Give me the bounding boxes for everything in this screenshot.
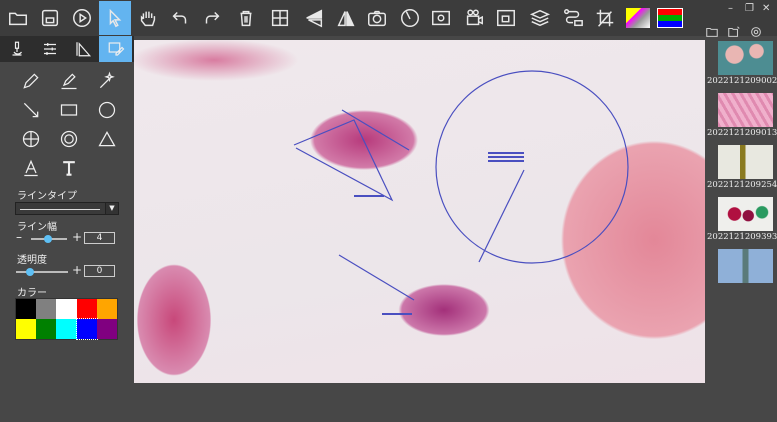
chevron-down-icon[interactable]: ▼ xyxy=(105,203,118,214)
leader-line xyxy=(478,169,525,263)
color-palette xyxy=(15,298,118,340)
left-panel: ラインタイプ ▼ ライン幅 – + 4 透明度 + 0 カラー xyxy=(0,36,134,422)
opacity-slider[interactable] xyxy=(16,268,68,276)
highlighter-icon xyxy=(61,72,77,89)
line-width-minus[interactable]: – xyxy=(16,230,22,244)
close-button[interactable]: ✕ xyxy=(762,3,770,14)
rectangle-tool[interactable] xyxy=(50,95,88,124)
camera-icon[interactable] xyxy=(361,2,393,34)
delete-icon[interactable] xyxy=(230,2,262,34)
color-swatch[interactable] xyxy=(96,319,117,339)
microscope-icon xyxy=(12,41,22,56)
thumbnail-1[interactable] xyxy=(718,41,773,75)
timer-icon[interactable] xyxy=(394,2,426,34)
layers-icon[interactable] xyxy=(524,2,556,34)
line-type-dropdown[interactable]: ▼ xyxy=(15,202,119,215)
save-icon[interactable] xyxy=(34,2,66,34)
tab-microscope[interactable] xyxy=(0,36,33,62)
color-swatch[interactable] xyxy=(36,299,57,319)
pan-hand-icon[interactable] xyxy=(132,2,164,34)
minimize-button[interactable]: – xyxy=(728,3,733,14)
magic-wand-tool[interactable] xyxy=(88,66,126,95)
line-width-plus[interactable]: + xyxy=(72,230,82,244)
circle-tool[interactable] xyxy=(88,95,126,124)
tab-annotate[interactable] xyxy=(99,36,132,62)
color-swatch[interactable] xyxy=(16,319,37,339)
thumbnail-3-name: 20221212092543.j xyxy=(707,180,777,190)
thumbnail-4-name: 20221212093935.j xyxy=(707,232,777,242)
text-tool[interactable] xyxy=(50,153,88,182)
opacity-plus[interactable]: + xyxy=(72,263,82,277)
undo-icon[interactable] xyxy=(164,2,196,34)
flip-horizontal-icon[interactable] xyxy=(298,2,330,34)
thumbnail-panel: 20221212090024.j 20221212090130.j 202212… xyxy=(705,26,777,422)
concentric-circle-icon xyxy=(60,130,78,147)
import-folder-icon[interactable] xyxy=(705,24,719,38)
export-folder-icon[interactable] xyxy=(727,24,741,38)
sliders-icon xyxy=(43,43,56,55)
image-canvas[interactable] xyxy=(134,40,705,383)
opacity-input[interactable]: 0 xyxy=(84,265,115,277)
line-width-slider[interactable] xyxy=(31,235,67,243)
mirror-icon[interactable] xyxy=(330,2,362,34)
restore-button[interactable]: ❐ xyxy=(745,3,754,14)
triangle-icon xyxy=(98,130,116,146)
thumbnail-3[interactable] xyxy=(718,145,773,179)
arrow-icon xyxy=(23,102,39,117)
crosshair-circle-icon xyxy=(22,130,40,147)
settings-gear-icon[interactable] xyxy=(749,24,763,38)
stitch-icon[interactable] xyxy=(557,2,589,34)
pencil-icon xyxy=(23,72,39,89)
color-label: カラー xyxy=(17,288,47,299)
tab-adjustments[interactable] xyxy=(33,36,66,62)
color-swatch[interactable] xyxy=(56,319,77,339)
pencil-tool[interactable] xyxy=(12,66,50,95)
text-icon xyxy=(63,160,75,176)
line-width-input[interactable]: 4 xyxy=(84,232,115,244)
ruler-triangle-icon xyxy=(75,42,91,57)
redo-icon[interactable] xyxy=(196,2,228,34)
thumbnail-2[interactable] xyxy=(718,93,773,127)
color-swatch[interactable] xyxy=(75,318,98,340)
crosshair-circle-tool[interactable] xyxy=(12,124,50,153)
circle-icon xyxy=(98,101,116,118)
thumbnail-5[interactable] xyxy=(718,249,773,283)
tab-measure[interactable] xyxy=(66,36,99,62)
underline-text-tool[interactable] xyxy=(12,153,50,182)
line-width-label: ライン幅 xyxy=(17,222,57,233)
circle-annotation xyxy=(435,70,629,264)
color-swatch[interactable] xyxy=(36,319,57,339)
highlighter-tool[interactable] xyxy=(50,66,88,95)
color-swatch[interactable] xyxy=(16,299,37,319)
opacity-label: 透明度 xyxy=(17,255,47,266)
arrow-tool[interactable] xyxy=(12,95,50,124)
snapshot-icon[interactable] xyxy=(425,2,457,34)
thumbnail-1-name: 20221212090024.j xyxy=(707,76,777,86)
play-icon[interactable] xyxy=(66,2,98,34)
video-capture-icon[interactable] xyxy=(490,2,522,34)
triangle-tool[interactable] xyxy=(88,124,126,153)
main-toolbar: – ❐ ✕ xyxy=(0,0,777,36)
color-swatch[interactable] xyxy=(96,299,117,319)
color-swatch[interactable] xyxy=(56,299,77,319)
color-swatch[interactable] xyxy=(76,299,97,319)
open-folder-icon[interactable] xyxy=(2,2,34,34)
color-adjust-icon[interactable] xyxy=(622,2,654,34)
concentric-circle-tool[interactable] xyxy=(50,124,88,153)
rectangle-icon xyxy=(60,103,78,116)
line-annotation xyxy=(338,254,415,301)
magic-wand-icon xyxy=(99,71,115,88)
thumbnail-4[interactable] xyxy=(718,197,773,231)
triangle-annotation xyxy=(293,109,410,202)
color-bars-icon[interactable] xyxy=(654,2,686,34)
video-record-icon[interactable] xyxy=(458,2,490,34)
annotation-layer xyxy=(293,70,629,315)
crop-icon[interactable] xyxy=(589,2,621,34)
text-underline-icon xyxy=(24,159,38,176)
line-type-label: ラインタイプ xyxy=(17,191,77,202)
select-pointer-icon[interactable] xyxy=(99,1,131,35)
grid-icon[interactable] xyxy=(264,2,296,34)
thumbnail-2-name: 20221212090130.j xyxy=(707,128,777,138)
annotate-icon xyxy=(108,42,124,56)
